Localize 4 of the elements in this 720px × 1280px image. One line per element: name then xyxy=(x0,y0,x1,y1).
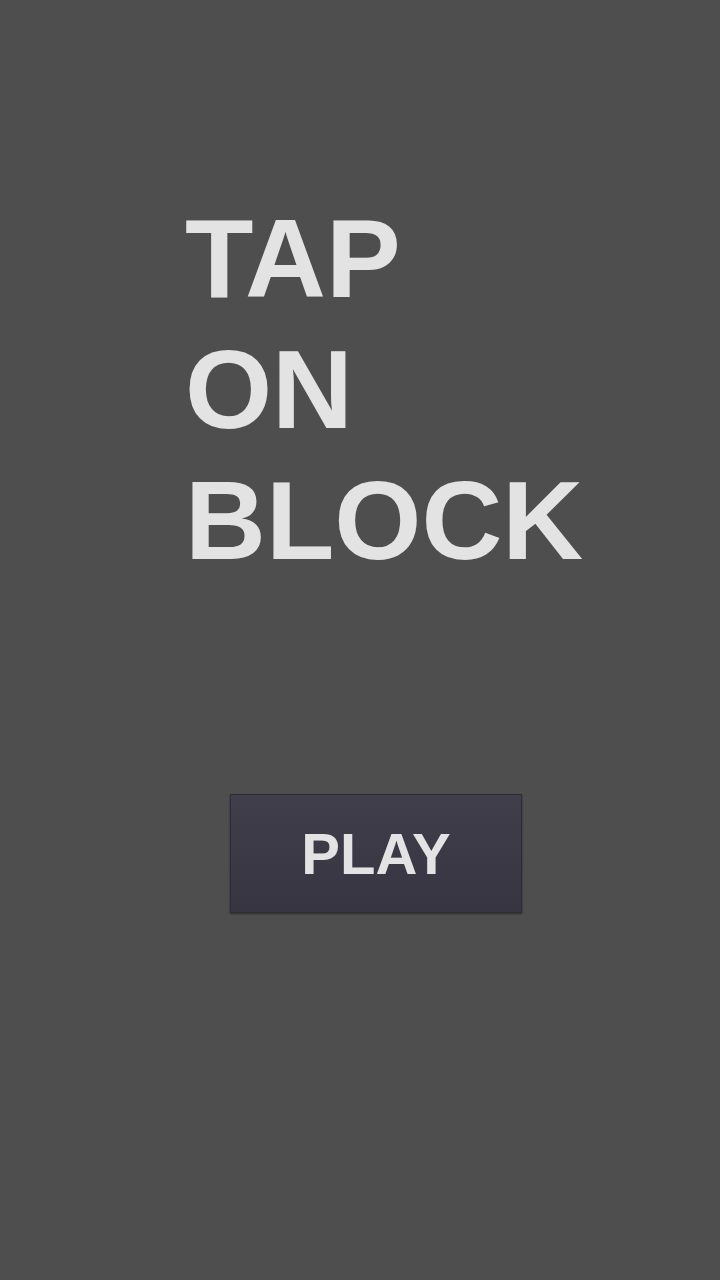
title-line: BLOCK xyxy=(185,457,584,585)
play-button[interactable]: PLAY xyxy=(230,794,522,913)
title-line: TAP xyxy=(185,195,401,323)
title-line: ON xyxy=(185,326,353,454)
